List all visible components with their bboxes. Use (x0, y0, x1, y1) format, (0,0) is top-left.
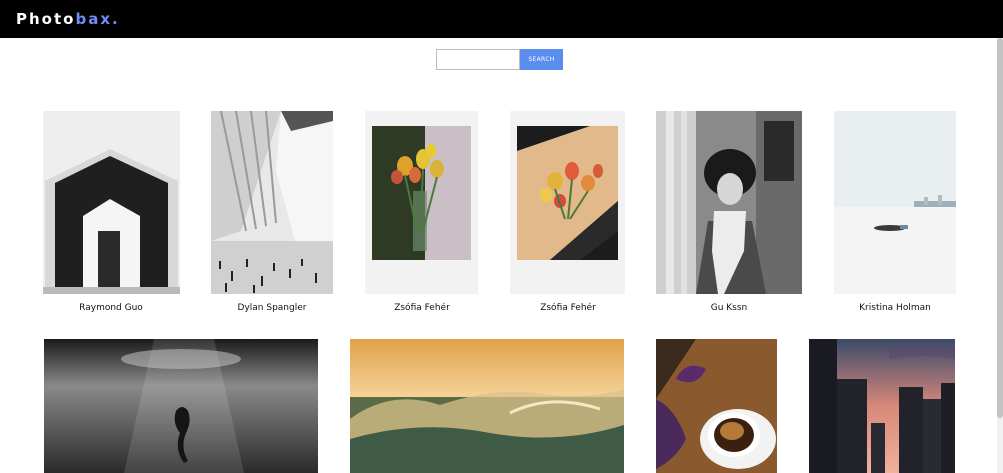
photo-image[interactable] (656, 339, 777, 473)
photographer-name: Raymond Guo (79, 303, 143, 313)
photo-image[interactable] (43, 111, 180, 294)
photo-card[interactable] (44, 339, 318, 473)
photo-card[interactable]: Kristina Holman (834, 111, 956, 316)
photo-image[interactable] (350, 339, 624, 473)
photo-card[interactable]: Zsófia Fehér (365, 111, 478, 316)
logo-main-text: Photo (16, 10, 76, 28)
photo-image[interactable] (834, 111, 956, 294)
photo-image[interactable] (365, 111, 478, 294)
photo-image[interactable] (809, 339, 955, 473)
photographer-name: Kristina Holman (859, 303, 931, 313)
photo-card[interactable]: Dylan Spangler (211, 111, 333, 316)
search-input[interactable] (436, 49, 520, 70)
scrollbar-thumb[interactable] (997, 38, 1003, 418)
photo-card[interactable] (809, 339, 955, 473)
photo-card[interactable] (656, 339, 777, 473)
photographer-name: Gu Kssn (710, 303, 748, 313)
photo-card[interactable]: Zsófia Fehér (510, 111, 625, 316)
photographer-name: Zsófia Fehér (540, 303, 596, 313)
logo-accent-text: bax. (75, 10, 120, 28)
search-button[interactable]: SEARCH (520, 49, 563, 70)
photographer-name: Dylan Spangler (237, 303, 307, 313)
photo-image[interactable] (44, 339, 318, 473)
top-navbar: Photobax. (0, 0, 1003, 38)
photo-card[interactable]: Gu Kssn (656, 111, 802, 316)
photo-image[interactable] (510, 111, 625, 294)
photo-card[interactable]: Raymond Guo (43, 111, 180, 316)
photo-image[interactable] (211, 111, 333, 294)
photo-card[interactable] (350, 339, 624, 473)
photo-image[interactable] (656, 111, 802, 294)
brand-logo[interactable]: Photobax. (16, 10, 120, 28)
photographer-name: Zsófia Fehér (394, 303, 450, 313)
